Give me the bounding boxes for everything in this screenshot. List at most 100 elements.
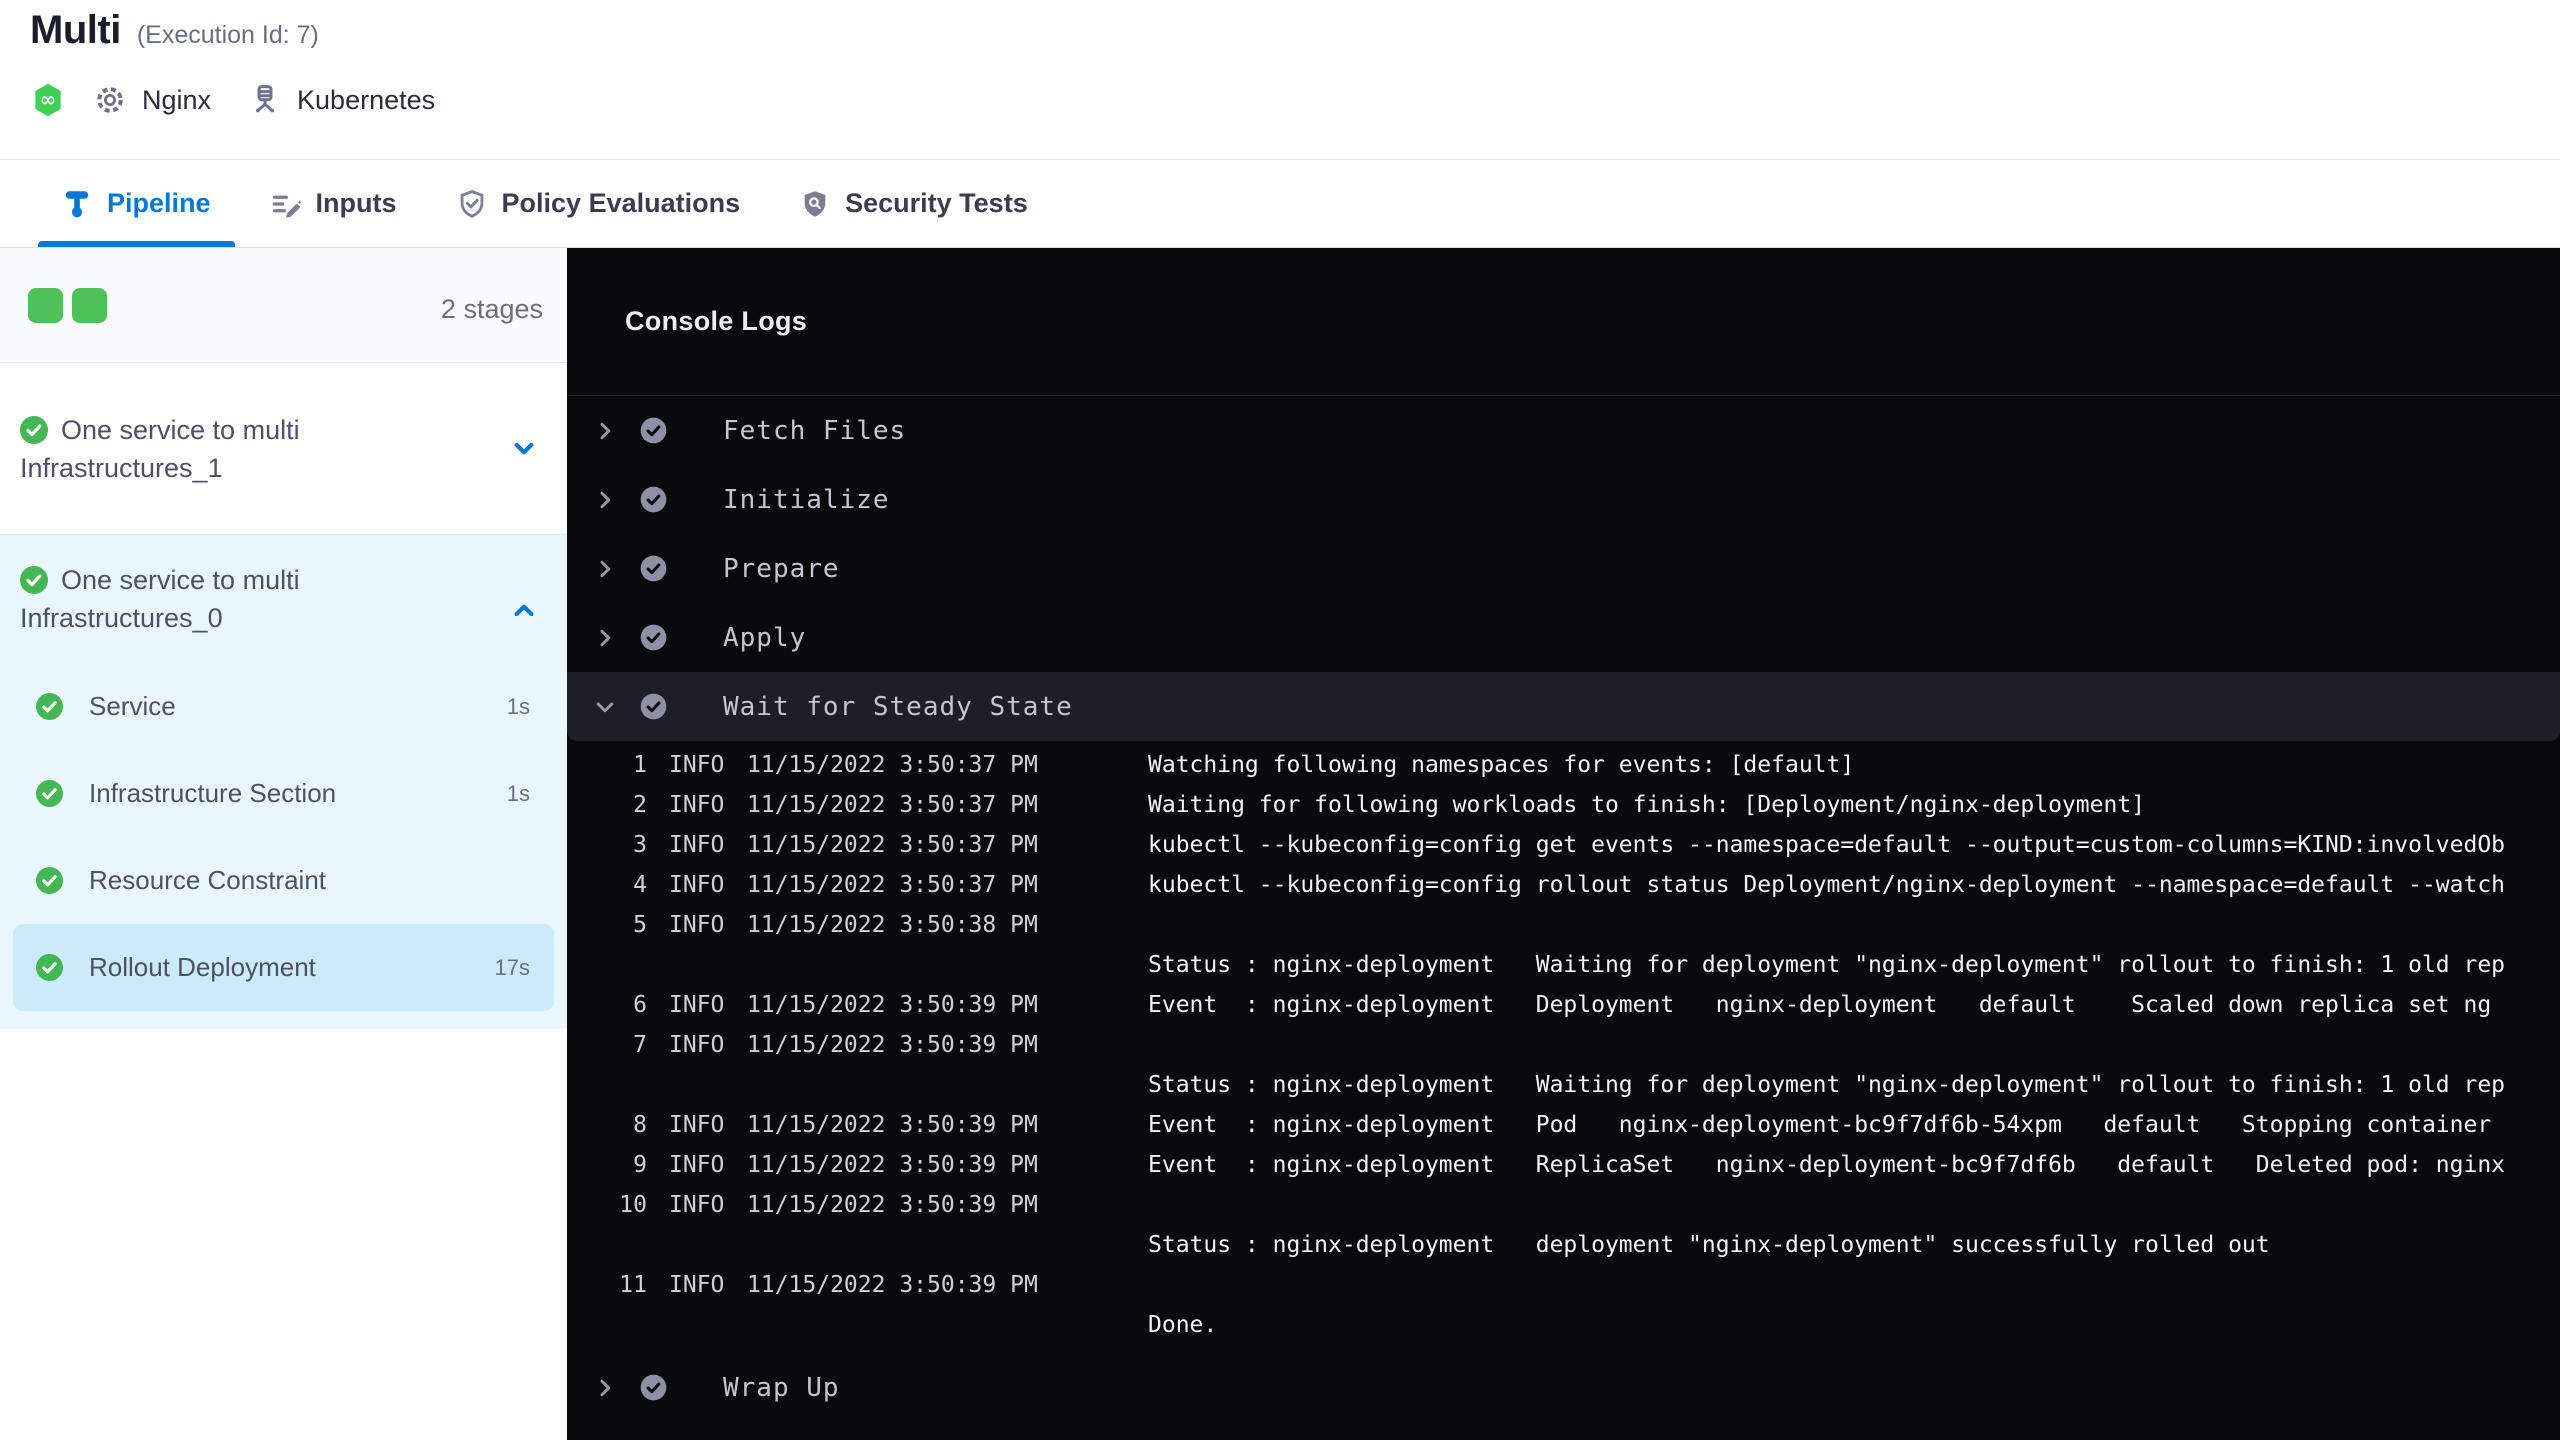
inputs-icon xyxy=(271,189,301,219)
pipeline-step-rollout-deployment[interactable]: Rollout Deployment 17s xyxy=(13,924,554,1011)
stage-block-expanded: One service to multi Infrastructures_0 Se… xyxy=(0,535,567,1029)
log-line-number: 6 xyxy=(633,992,647,1018)
log-message: kubectl --kubeconfig=config rollout stat… xyxy=(1148,872,2506,898)
page-title: Multi xyxy=(30,8,121,52)
success-check-badge-icon xyxy=(640,486,667,513)
stages-sidebar: 2 stages One service to multi Infrastruc… xyxy=(0,248,567,1440)
log-message: Done. xyxy=(1148,1312,1218,1338)
content: 2 stages One service to multi Infrastruc… xyxy=(0,248,2560,1440)
tab-pipeline[interactable]: Pipeline xyxy=(38,160,235,247)
log-line-number: 4 xyxy=(633,872,647,898)
console-step-apply[interactable]: Apply xyxy=(567,603,2560,672)
step-duration: 1s xyxy=(506,780,530,806)
chevron-right-icon[interactable] xyxy=(593,626,617,650)
console-step-name: Wrap Up xyxy=(723,1372,840,1403)
pipeline-step-resource-constraint[interactable]: Resource Constraint xyxy=(13,837,554,924)
success-check-badge-icon xyxy=(640,624,667,651)
pipeline-step-infrastructure-section[interactable]: Infrastructure Section 1s xyxy=(13,750,554,837)
chevron-right-icon[interactable] xyxy=(593,557,617,581)
stage-row[interactable]: One service to multi Infrastructures_0 xyxy=(0,535,567,663)
log-timestamp: 11/15/2022 3:50:39 PM xyxy=(747,1112,1038,1138)
log-line: 3 INFO 11/15/2022 3:50:37 PM kubectl --kube… xyxy=(567,825,2560,865)
log-timestamp: 11/15/2022 3:50:39 PM xyxy=(747,992,1038,1018)
chevron-right-icon[interactable] xyxy=(593,488,617,512)
step-name: Service xyxy=(89,691,176,721)
log-line: 10 INFO 11/15/2022 3:50:39 PM xyxy=(567,1185,2560,1225)
console-step-name: Apply xyxy=(723,622,807,653)
console-step-prepare[interactable]: Prepare xyxy=(567,534,2560,603)
service-name[interactable]: Nginx xyxy=(142,85,211,116)
console-header: Console Logs xyxy=(567,248,2560,396)
chevron-right-icon[interactable] xyxy=(593,419,617,443)
console-step-name: Initialize xyxy=(723,484,890,515)
log-line-number: 3 xyxy=(633,832,647,858)
log-line: 5 INFO 11/15/2022 3:50:38 PM xyxy=(567,905,2560,945)
title-row: Multi (Execution Id: 7) xyxy=(30,8,319,53)
stage-count-label: 2 stages xyxy=(440,294,543,324)
chevron-down-icon[interactable] xyxy=(511,436,537,462)
log-level: INFO xyxy=(669,1272,725,1298)
environment-icon xyxy=(247,82,283,118)
deployment-hex-icon: ∞ xyxy=(30,82,66,118)
console-step-wrap-up[interactable]: Wrap Up xyxy=(567,1353,2560,1422)
log-timestamp: 11/15/2022 3:50:38 PM xyxy=(747,912,1038,938)
console-step-wait-for-steady-state[interactable]: Wait for Steady State xyxy=(567,672,2560,741)
success-check-badge-icon xyxy=(640,693,667,720)
success-check-icon xyxy=(36,954,63,981)
app: Multi (Execution Id: 7) ∞ Nginx Kubernet… xyxy=(0,0,2560,1440)
chevron-down-icon[interactable] xyxy=(593,695,617,719)
log-line: Done. xyxy=(567,1305,2560,1345)
log-timestamp: 11/15/2022 3:50:37 PM xyxy=(747,792,1038,818)
tab-label: Inputs xyxy=(315,188,397,218)
tab-label: Policy Evaluations xyxy=(501,188,741,218)
pipeline-step-service[interactable]: Service 1s xyxy=(13,663,554,750)
log-level: INFO xyxy=(669,1032,725,1058)
log-line-number: 9 xyxy=(633,1152,647,1178)
log-level: INFO xyxy=(669,1152,725,1178)
pipeline-icon xyxy=(62,189,92,219)
chevron-up-icon[interactable] xyxy=(511,597,537,623)
console-step-fetch-files[interactable]: Fetch Files xyxy=(567,396,2560,465)
gear-icon xyxy=(92,82,128,118)
step-duration: 17s xyxy=(494,954,530,980)
log-level: INFO xyxy=(669,992,725,1018)
log-line-number: 5 xyxy=(633,912,647,938)
page-header: Multi (Execution Id: 7) ∞ Nginx Kubernet… xyxy=(0,0,2560,160)
log-message: Watching following namespaces for events… xyxy=(1148,752,1855,778)
stage-name: One service to multi Infrastructures_0 xyxy=(20,565,300,633)
console-step-name: Prepare xyxy=(723,553,840,584)
success-check-icon xyxy=(36,780,63,807)
step-name: Rollout Deployment xyxy=(89,952,316,982)
environment-name[interactable]: Kubernetes xyxy=(297,85,435,116)
log-message: Waiting for following workloads to finis… xyxy=(1148,792,2145,818)
tab-label: Pipeline xyxy=(107,188,211,218)
stage-row[interactable]: One service to multi Infrastructures_1 xyxy=(0,363,567,535)
log-line-number: 1 xyxy=(633,752,647,778)
tab-policy-evaluations[interactable]: Policy Evaluations xyxy=(433,160,765,247)
log-line-number: 8 xyxy=(633,1112,647,1138)
console-step-name: Wait for Steady State xyxy=(723,691,1073,722)
log-level: INFO xyxy=(669,832,725,858)
tab-inputs[interactable]: Inputs xyxy=(247,160,421,247)
log-message: Event : nginx-deployment Deployment ngin… xyxy=(1148,992,2492,1018)
success-check-icon xyxy=(20,415,48,444)
stage-list: One service to multi Infrastructures_1 On… xyxy=(0,363,567,1029)
tab-label: Security Tests xyxy=(845,188,1028,218)
log-line: Status : nginx-deployment Waiting for de… xyxy=(567,1065,2560,1105)
log-level: INFO xyxy=(669,872,725,898)
log-line: Status : nginx-deployment Waiting for de… xyxy=(567,945,2560,985)
console-step-initialize[interactable]: Initialize xyxy=(567,465,2560,534)
svg-text:∞: ∞ xyxy=(40,88,56,111)
log-level: INFO xyxy=(669,1192,725,1218)
success-check-badge-icon xyxy=(640,1374,667,1401)
log-message: Status : nginx-deployment deployment "ng… xyxy=(1148,1232,2270,1258)
chevron-right-icon[interactable] xyxy=(593,1376,617,1400)
stages-summary-strip: 2 stages xyxy=(0,248,567,363)
console-panel: Console Logs Fetch Files Initialize Prepar… xyxy=(567,248,2560,1440)
step-name: Resource Constraint xyxy=(89,865,326,895)
tab-security-tests[interactable]: Security Tests xyxy=(776,160,1052,247)
log-message: Status : nginx-deployment Waiting for de… xyxy=(1148,952,2506,978)
success-check-icon xyxy=(36,693,63,720)
log-line-number: 10 xyxy=(619,1192,647,1218)
console-step-name: Fetch Files xyxy=(723,415,907,446)
